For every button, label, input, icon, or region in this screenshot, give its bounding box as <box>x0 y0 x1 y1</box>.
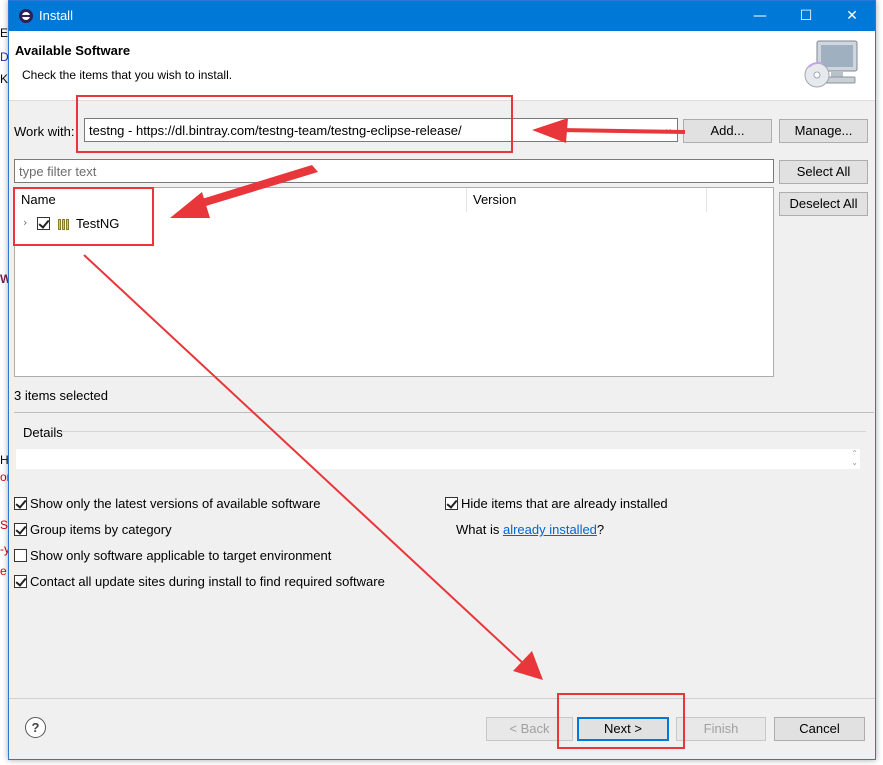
background-text: E <box>0 26 9 40</box>
footer-divider <box>9 698 875 699</box>
minimize-button[interactable]: — <box>737 1 783 31</box>
manage-sites-button[interactable]: Manage... <box>779 119 868 143</box>
background-text: e <box>0 564 7 578</box>
work-with-label: Work with: <box>14 124 75 139</box>
already-installed-line: What is already installed? <box>456 522 604 537</box>
filter-input[interactable] <box>15 160 773 182</box>
background-text: K <box>0 72 9 86</box>
checkbox[interactable] <box>14 497 27 510</box>
testng-checkbox[interactable] <box>37 217 50 230</box>
column-header-version[interactable]: Version <box>467 188 707 212</box>
finish-button[interactable]: Finish <box>676 717 766 741</box>
wizard-banner: Available Software Check the items that … <box>9 31 875 101</box>
page-title: Available Software <box>15 43 131 58</box>
deselect-all-button[interactable]: Deselect All <box>779 192 868 216</box>
column-header-name[interactable]: Name <box>15 188 467 212</box>
title-bar[interactable]: Install — ☐ ✕ <box>9 1 875 31</box>
work-with-combo[interactable]: testng - https://dl.bintray.com/testng-t… <box>84 118 678 142</box>
filter-field[interactable] <box>14 159 774 183</box>
group-border <box>62 431 866 432</box>
software-tree[interactable]: Name Version › TestNG <box>14 187 774 377</box>
tree-header: Name Version <box>15 188 773 212</box>
next-button[interactable]: Next > <box>577 717 669 741</box>
already-installed-link[interactable]: already installed <box>503 522 597 537</box>
checkbox[interactable] <box>14 575 27 588</box>
option-label: Contact all update sites during install … <box>30 574 385 589</box>
help-icon[interactable]: ? <box>25 717 46 738</box>
details-text[interactable]: ⌃ ⌄ <box>16 449 860 469</box>
scroll-up-icon[interactable]: ⌃ <box>851 449 858 458</box>
details-scrollbar[interactable]: ⌃ ⌄ <box>851 449 858 467</box>
add-site-button[interactable]: Add... <box>683 119 772 143</box>
window-title: Install <box>39 8 73 23</box>
background-editor-strip-right <box>875 30 883 765</box>
scroll-down-icon[interactable]: ⌄ <box>851 458 858 467</box>
chevron-down-icon[interactable]: ⌄ <box>664 122 673 135</box>
already-installed-suffix: ? <box>596 522 605 537</box>
maximize-button[interactable]: ☐ <box>783 1 829 31</box>
eclipse-icon <box>19 9 33 23</box>
checkbox[interactable] <box>14 523 27 536</box>
close-button[interactable]: ✕ <box>829 1 875 31</box>
page-description: Check the items that you wish to install… <box>22 68 233 82</box>
option-label: Group items by category <box>30 522 172 537</box>
checkbox[interactable] <box>445 497 458 510</box>
divider <box>14 412 874 413</box>
chevron-right-icon[interactable]: › <box>23 216 27 229</box>
already-installed-prefix: What is <box>456 522 503 537</box>
cancel-button[interactable]: Cancel <box>774 717 865 741</box>
background-editor-strip: E D K W H or SI -y e <box>0 0 11 765</box>
tree-row[interactable]: › TestNG <box>15 214 773 234</box>
details-label: Details <box>23 425 63 440</box>
selection-count: 3 items selected <box>14 388 108 403</box>
back-button[interactable]: < Back <box>486 717 573 741</box>
option-label: Hide items that are already installed <box>461 496 668 511</box>
checkbox[interactable] <box>14 549 27 562</box>
tree-item-label: TestNG <box>76 216 120 231</box>
install-dialog: Install — ☐ ✕ Available Software Check t… <box>8 0 876 760</box>
option-label: Show only the latest versions of availab… <box>30 496 321 511</box>
feature-icon <box>58 218 72 230</box>
select-all-button[interactable]: Select All <box>779 160 868 184</box>
option-label: Show only software applicable to target … <box>30 548 332 563</box>
monitor-cd-icon <box>804 40 858 88</box>
work-with-value: testng - https://dl.bintray.com/testng-t… <box>89 123 462 138</box>
